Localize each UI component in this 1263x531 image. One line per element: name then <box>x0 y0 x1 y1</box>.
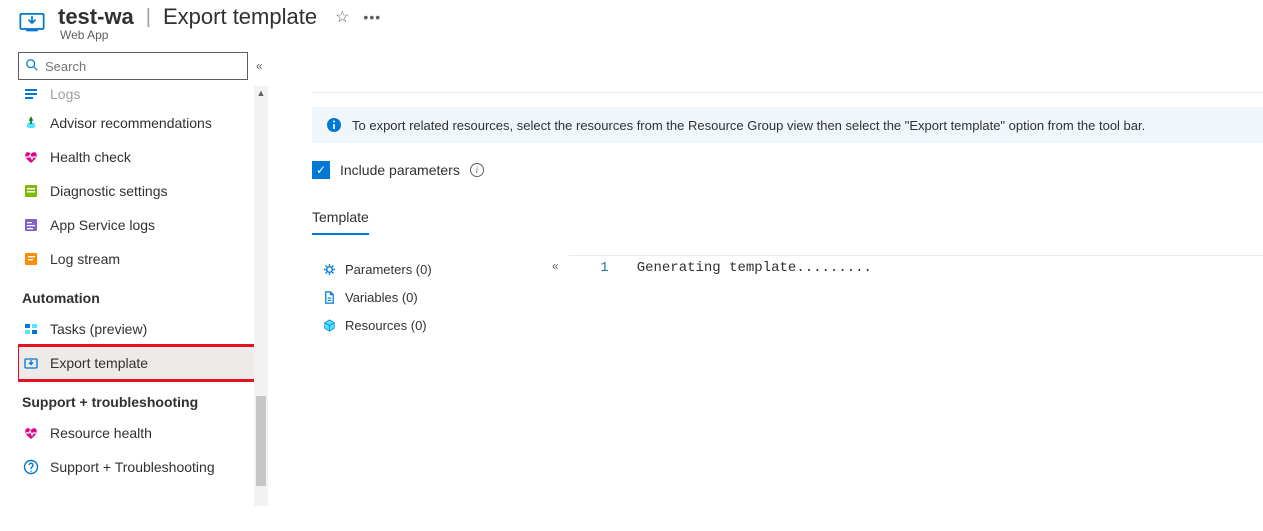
parameters-gear-icon <box>322 262 337 277</box>
scrollbar-up-arrow-icon[interactable]: ▲ <box>254 86 268 100</box>
code-text: Generating template......... <box>637 260 872 276</box>
search-input[interactable] <box>45 59 241 74</box>
page-header: test-wa | Export template ☆ ••• Web App <box>0 0 1263 52</box>
code-editor[interactable]: 1 Generating template......... <box>569 255 1263 339</box>
sidebar-item-label: Logs <box>50 86 80 102</box>
sidebar-item-log-stream[interactable]: Log stream <box>18 242 266 276</box>
page-title: Export template <box>163 4 317 30</box>
export-template-icon <box>22 355 40 371</box>
info-banner-text: To export related resources, select the … <box>352 118 1145 133</box>
sidebar-item-resource-health[interactable]: Resource health <box>18 416 266 450</box>
sidebar-item-label: Health check <box>50 149 131 165</box>
include-parameters-label: Include parameters <box>340 162 460 178</box>
search-icon <box>25 58 39 75</box>
sidebar-item-diagnostic-settings[interactable]: Diagnostic settings <box>18 174 266 208</box>
tree-item-variables[interactable]: Variables (0) <box>322 283 552 311</box>
resource-name: test-wa <box>58 4 134 30</box>
advisor-icon <box>22 115 40 131</box>
sidebar-item-label: Log stream <box>50 251 120 267</box>
collapse-tree-icon[interactable]: « <box>552 259 559 273</box>
collapse-sidebar-icon[interactable]: « <box>256 59 263 73</box>
tabs: Template <box>312 203 1263 235</box>
resources-cube-icon <box>322 318 337 333</box>
sidebar-item-export-template[interactable]: Export template <box>18 346 266 380</box>
sidebar-scrollbar[interactable]: ▲ <box>254 86 268 506</box>
sidebar-item-label: Resource health <box>50 425 152 441</box>
log-stream-icon <box>22 251 40 267</box>
tree-label: Parameters (0) <box>345 262 432 277</box>
tree-item-parameters[interactable]: Parameters (0) <box>322 255 552 283</box>
sidebar-section-support: Support + troubleshooting <box>18 380 256 416</box>
app-logs-icon <box>22 217 40 233</box>
favorite-star-icon[interactable]: ☆ <box>335 7 349 27</box>
info-icon <box>326 117 342 133</box>
toolbar-divider <box>312 92 1263 93</box>
sidebar-item-label: App Service logs <box>50 217 155 233</box>
sidebar-item-support-troubleshoot[interactable]: Support + Troubleshooting <box>18 450 266 484</box>
sidebar: « Logs Advisor recommendations Health ch… <box>0 52 268 523</box>
sidebar-item-logs[interactable]: Logs <box>18 86 266 106</box>
sidebar-item-label: Advisor recommendations <box>50 115 212 131</box>
sidebar-item-label: Tasks (preview) <box>50 321 147 337</box>
diagnostic-icon <box>22 183 40 199</box>
sidebar-item-advisor[interactable]: Advisor recommendations <box>18 106 266 140</box>
sidebar-item-health-check[interactable]: Health check <box>18 140 266 174</box>
resource-type-label: Web App <box>60 28 381 42</box>
main-content: To export related resources, select the … <box>268 52 1263 523</box>
sidebar-item-app-service-logs[interactable]: App Service logs <box>18 208 266 242</box>
include-parameters-checkbox[interactable]: ✓ <box>312 161 330 179</box>
info-banner: To export related resources, select the … <box>312 107 1263 143</box>
sidebar-search-box[interactable] <box>18 52 248 80</box>
more-ellipsis-icon[interactable]: ••• <box>363 9 381 25</box>
sidebar-section-automation: Automation <box>18 276 256 312</box>
title-separator: | <box>146 6 151 29</box>
logs-icon <box>22 86 40 102</box>
sidebar-item-label: Export template <box>50 355 148 371</box>
tasks-icon <box>22 321 40 337</box>
sidebar-item-label: Diagnostic settings <box>50 183 168 199</box>
sidebar-item-tasks[interactable]: Tasks (preview) <box>18 312 266 346</box>
heartbeat-icon <box>22 149 40 165</box>
template-tree: Parameters (0) Variables (0) Resources (… <box>312 255 552 339</box>
support-icon <box>22 459 40 475</box>
tree-label: Resources (0) <box>345 318 427 333</box>
tab-template[interactable]: Template <box>312 203 369 235</box>
scrollbar-thumb[interactable] <box>256 396 266 486</box>
tree-item-resources[interactable]: Resources (0) <box>322 311 552 339</box>
webapp-icon <box>18 4 46 39</box>
variables-file-icon <box>322 290 337 305</box>
code-line: 1 Generating template......... <box>569 256 1263 276</box>
sidebar-item-label: Support + Troubleshooting <box>50 459 215 475</box>
line-number: 1 <box>579 260 609 276</box>
help-info-icon[interactable]: i <box>470 163 484 177</box>
resource-health-icon <box>22 425 40 441</box>
tree-label: Variables (0) <box>345 290 418 305</box>
